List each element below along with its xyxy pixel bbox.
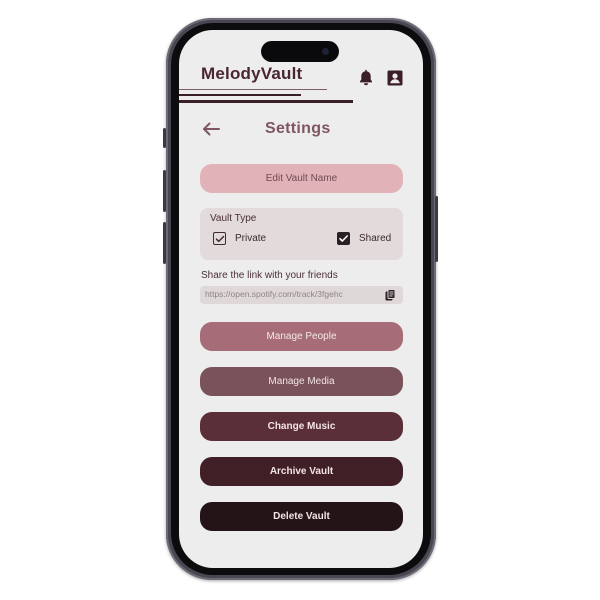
header-divider-dark — [179, 100, 353, 103]
screen: MelodyVault Settings Edit Vault Name Vau… — [179, 30, 423, 568]
page-title: Settings — [265, 120, 331, 137]
check-icon — [215, 235, 224, 242]
vault-type-label: Vault Type — [210, 213, 257, 224]
header-divider-light — [179, 89, 327, 90]
archive-vault-button[interactable]: Archive Vault — [200, 457, 403, 486]
action-button — [163, 128, 166, 148]
manage-people-button[interactable]: Manage People — [200, 322, 403, 351]
check-icon — [339, 235, 348, 242]
vault-type-panel: Vault Type Private Shared — [200, 208, 403, 260]
private-label: Private — [235, 233, 267, 244]
shared-label: Shared — [359, 233, 392, 244]
share-link-value: https://open.spotify.com/track/3fgehc — [205, 289, 343, 299]
shared-checkbox[interactable] — [337, 232, 350, 245]
arrow-left-icon[interactable] — [201, 121, 221, 137]
share-link-label: Share the link with your friends — [201, 270, 338, 281]
manage-media-button[interactable]: Manage Media — [200, 367, 403, 396]
power-button — [435, 196, 438, 262]
edit-vault-name-button[interactable]: Edit Vault Name — [200, 164, 403, 193]
account-icon[interactable] — [386, 69, 404, 87]
private-checkbox[interactable] — [213, 232, 226, 245]
dynamic-island — [261, 41, 339, 62]
delete-vault-button[interactable]: Delete Vault — [200, 502, 403, 531]
header-divider-mid — [179, 94, 301, 96]
app-title: MelodyVault — [201, 64, 303, 83]
share-link-field[interactable]: https://open.spotify.com/track/3fgehc — [200, 286, 403, 304]
volume-down-button — [163, 222, 166, 264]
camera-icon — [322, 48, 329, 55]
change-music-button[interactable]: Change Music — [200, 412, 403, 441]
volume-up-button — [163, 170, 166, 212]
bell-icon[interactable] — [357, 69, 375, 87]
copy-icon[interactable] — [385, 289, 396, 301]
